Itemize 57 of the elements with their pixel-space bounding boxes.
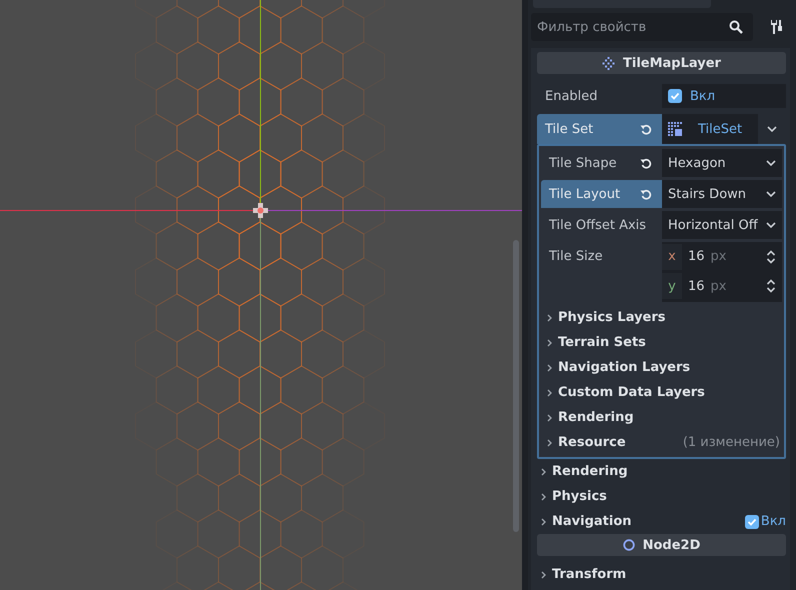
chevron-icon xyxy=(547,438,552,446)
class-title: TileMapLayer xyxy=(623,56,721,70)
number-field[interactable]: x 16 px xyxy=(662,242,782,272)
dropdown-field[interactable]: Stairs Down xyxy=(662,180,782,208)
scrollbar-thumb[interactable] xyxy=(513,240,519,532)
collapsed-group[interactable]: Transform xyxy=(537,562,786,587)
collapsed-group[interactable]: Terrain Sets xyxy=(541,330,782,355)
collapsed-group[interactable]: Navigation Layers xyxy=(541,355,782,380)
origin-handle-icon[interactable] xyxy=(253,203,268,218)
dropdown-field[interactable]: Horizontal Off xyxy=(662,211,782,239)
unit-label: px xyxy=(710,249,728,264)
property-label[interactable]: Tile Layout xyxy=(541,180,662,208)
property-label[interactable]: Enabled xyxy=(537,84,662,108)
chevron-icon xyxy=(547,414,552,422)
number-field[interactable]: y 16 px xyxy=(662,272,782,301)
collapsed-group[interactable]: Physics Layers xyxy=(541,305,782,330)
change-count: (1 изменение) xyxy=(682,435,781,450)
caret-icon xyxy=(766,160,776,166)
axis-label: x xyxy=(662,244,682,270)
unit-label: px xyxy=(710,278,728,294)
checkbox[interactable]: Вкл xyxy=(744,514,786,529)
checkmark-icon xyxy=(746,516,757,526)
property-label[interactable]: Tile Set xyxy=(537,114,662,144)
spinner-icon[interactable] xyxy=(766,279,776,294)
property-label[interactable]: Tile Shape xyxy=(541,149,662,177)
spinner-icon[interactable] xyxy=(766,250,776,264)
tileset-icon xyxy=(668,122,682,136)
chevron-icon xyxy=(547,364,552,372)
search-icon xyxy=(729,20,743,34)
property-label[interactable]: Tile Size xyxy=(541,242,662,270)
dropdown-field[interactable]: Hexagon xyxy=(662,149,782,177)
revert-icon[interactable] xyxy=(640,157,652,169)
collapsed-group[interactable]: Physics xyxy=(537,484,786,509)
checkbox[interactable]: Вкл xyxy=(662,84,786,108)
chevron-icon xyxy=(547,338,552,346)
checkmark-icon xyxy=(670,91,680,101)
caret-icon xyxy=(766,222,776,228)
chevron-icon xyxy=(547,388,552,396)
filter-field[interactable]: Фильтр свойств xyxy=(531,13,753,41)
chevron-icon xyxy=(547,314,552,322)
class-title: Node2D xyxy=(642,538,700,552)
chevron-icon xyxy=(541,518,546,526)
tiles-icon xyxy=(602,56,615,70)
collapsed-group[interactable]: Navigation Вкл xyxy=(537,509,786,534)
property-label[interactable]: Tile Offset Axis xyxy=(541,211,662,239)
collapsed-group[interactable]: Custom Data Layers xyxy=(541,380,782,405)
chevron-icon xyxy=(541,492,546,500)
circle-icon xyxy=(622,539,635,551)
collapsed-group[interactable]: Rendering xyxy=(537,459,786,484)
axis-label: y xyxy=(662,273,682,300)
chevron-icon xyxy=(541,468,546,476)
caret-icon xyxy=(766,191,776,197)
collapsed-group[interactable]: Resource (1 изменение) xyxy=(541,430,782,455)
caret-icon xyxy=(767,126,777,132)
collapsed-group[interactable]: Rendering xyxy=(541,405,782,430)
tools-icon xyxy=(769,19,783,35)
chevron-icon xyxy=(541,570,546,578)
